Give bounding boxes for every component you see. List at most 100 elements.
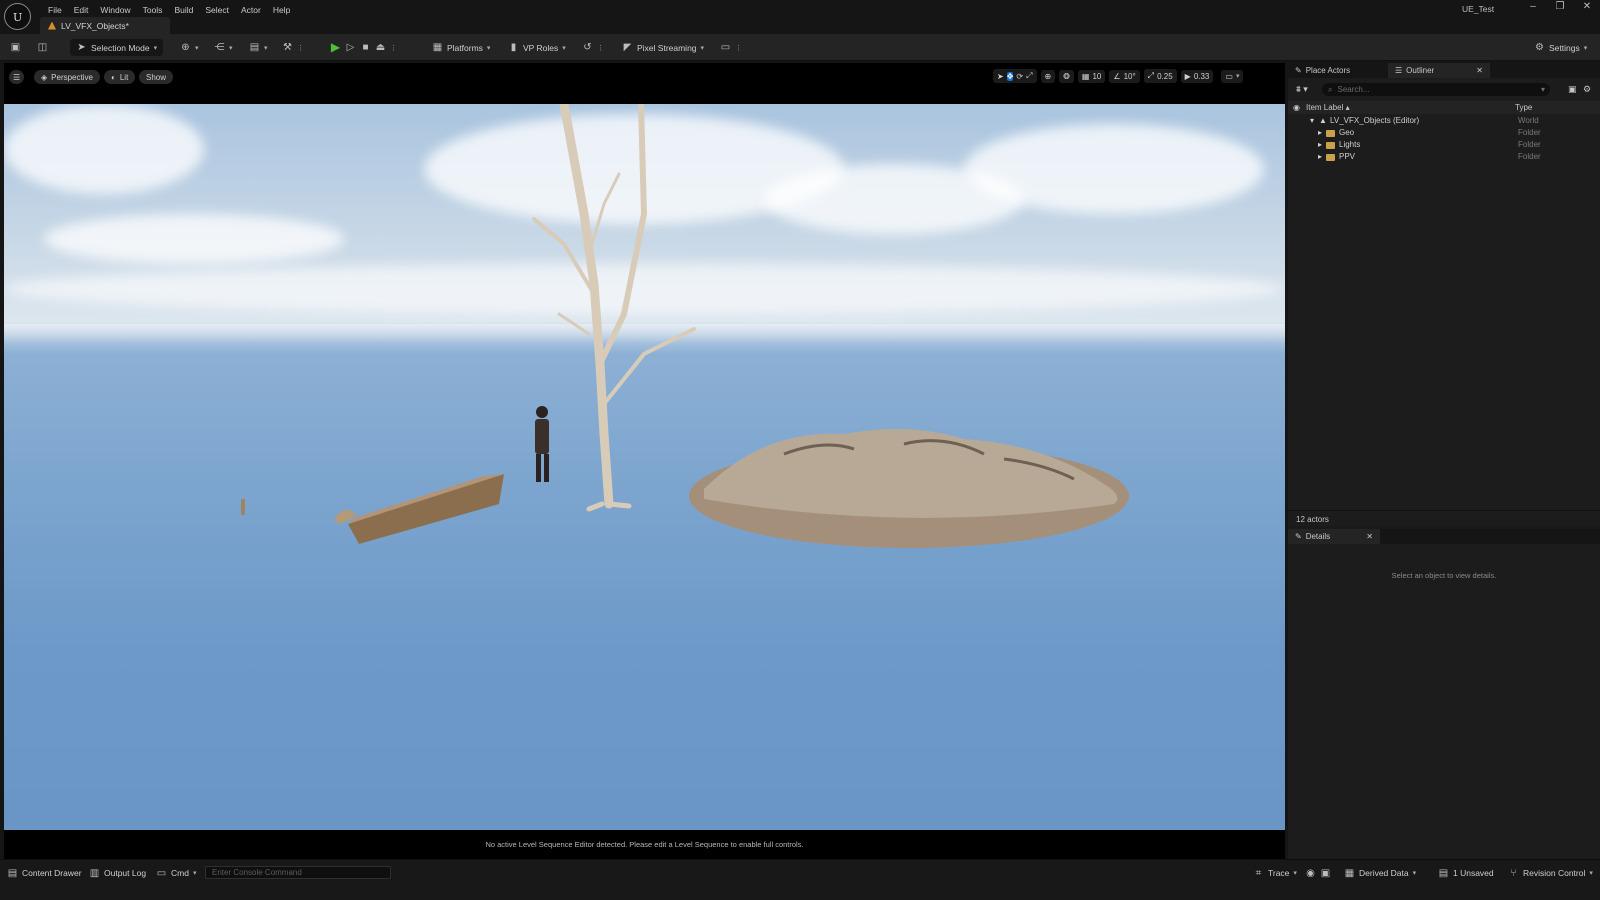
visibility-icon[interactable]: ◉ xyxy=(1293,103,1300,112)
trace-button[interactable]: ⌗ Trace ▾ xyxy=(1253,865,1297,881)
screenshot-icon[interactable]: ▣ xyxy=(1320,868,1331,879)
title-bar: U File Edit Window Tools Build Select Ac… xyxy=(0,0,1600,34)
grid-snap[interactable]: ▦ 10 xyxy=(1077,69,1106,83)
close-icon[interactable]: ✕ xyxy=(1476,66,1483,75)
column-type[interactable]: Type xyxy=(1515,103,1532,112)
restore-button[interactable]: ❐ xyxy=(1555,1,1565,12)
tree-type: Folder xyxy=(1518,152,1541,161)
derived-data-icon: ▦ xyxy=(1344,867,1355,879)
world-space-icon[interactable]: ⊕ xyxy=(1045,72,1052,81)
menu-window[interactable]: Window xyxy=(94,2,136,18)
gear-icon[interactable]: ⚙ xyxy=(1583,84,1591,95)
outliner-column-header: ◉ Item Label ▴ Type xyxy=(1288,101,1600,114)
add-actor-icon[interactable]: ⊕ xyxy=(180,42,191,53)
wooden-boat[interactable] xyxy=(348,474,504,544)
rotation-snap[interactable]: ∠ 10° xyxy=(1109,69,1140,83)
output-log-button[interactable]: ▥ Output Log xyxy=(89,865,146,881)
menu-build[interactable]: Build xyxy=(168,2,199,18)
cmd-dropdown[interactable]: ▭ Cmd ▾ xyxy=(156,865,197,881)
tree-row-world[interactable]: ▾ ▲ LV_VFX_Objects (Editor) World xyxy=(1288,116,1600,128)
lit-button[interactable]: ◐ Lit xyxy=(104,70,136,84)
content-drawer-icon: ▤ xyxy=(7,867,18,879)
stop-icon[interactable]: ■ xyxy=(360,42,371,53)
vp-roles-button[interactable]: ▮ VP Roles ▾ xyxy=(508,39,566,56)
modes-icon[interactable]: ⚒ xyxy=(282,42,293,53)
terminal-icon: ▭ xyxy=(156,867,167,879)
character[interactable] xyxy=(535,406,549,482)
translate-tool-icon[interactable]: ✥ xyxy=(1006,71,1014,81)
level-tab[interactable]: LV_VFX_Objects* xyxy=(40,17,170,34)
camera-speed[interactable]: ▶ 0.33 xyxy=(1180,69,1214,83)
expand-arrow-icon[interactable]: ▾ xyxy=(1310,116,1314,125)
menu-actor[interactable]: Actor xyxy=(235,2,267,18)
record-icon[interactable]: ◉ xyxy=(1305,868,1316,879)
viewport-layout[interactable]: ▭ ▾ xyxy=(1221,69,1244,83)
tree-row-geo[interactable]: ▸ Geo Folder xyxy=(1288,128,1600,140)
tab-details[interactable]: ✎ Details ✕ xyxy=(1288,529,1380,544)
scale-tool-icon[interactable]: ⤢ xyxy=(1026,71,1032,81)
pixel-streaming-button[interactable]: ◤ Pixel Streaming ▾ xyxy=(622,39,704,56)
dead-tree[interactable] xyxy=(532,104,696,512)
more-options-icon[interactable]: ⋮ xyxy=(597,44,604,52)
outliner-panel: ⩩ ▾ ⌕ Search... ▾ ▣ ⚙ ◉ Item Label ▴ Typ… xyxy=(1288,78,1600,510)
expand-arrow-icon[interactable]: ▸ xyxy=(1318,152,1322,161)
viewport-menu-button[interactable]: ☰ xyxy=(9,70,25,84)
unsaved-button[interactable]: ▤ 1 Unsaved xyxy=(1438,865,1494,881)
play-icon[interactable]: ▶ xyxy=(330,41,341,53)
unreal-logo-icon[interactable]: U xyxy=(4,3,31,30)
perspective-button[interactable]: ◈ Perspective xyxy=(34,70,100,84)
rock-mound[interactable] xyxy=(689,429,1129,548)
scale-snap[interactable]: ⤢ 0.25 xyxy=(1143,69,1177,83)
cinematics-icon[interactable]: ▤ xyxy=(249,42,260,53)
console-input[interactable]: Enter Console Command xyxy=(205,866,391,879)
surface-snap-icon[interactable]: ❂ xyxy=(1063,72,1070,81)
svg-text:U: U xyxy=(13,11,22,24)
platforms-button[interactable]: ▦ Platforms ▾ xyxy=(432,39,491,56)
step-icon[interactable]: ▷ xyxy=(345,42,356,53)
save-icon[interactable]: ▣ xyxy=(10,42,21,53)
content-drawer-button[interactable]: ▤ Content Drawer xyxy=(7,865,82,881)
filter-icon[interactable]: ⩩ ▾ xyxy=(1296,84,1308,95)
tree-row-ppv[interactable]: ▸ PPV Folder xyxy=(1288,152,1600,164)
chevron-down-icon: ▾ xyxy=(1412,870,1417,877)
selection-mode-button[interactable]: ➤ Selection Mode ▾ xyxy=(70,39,164,56)
eject-icon[interactable]: ⏏ xyxy=(375,42,386,53)
menu-tools[interactable]: Tools xyxy=(137,2,169,18)
tab-outliner[interactable]: ☰ Outliner ✕ xyxy=(1388,63,1490,78)
menu-file[interactable]: File xyxy=(42,2,68,18)
more-options-icon[interactable]: ⋮ xyxy=(297,44,304,52)
add-folder-icon[interactable]: ▣ xyxy=(1568,84,1577,95)
derived-data-button[interactable]: ▦ Derived Data ▾ xyxy=(1344,865,1416,881)
blueprint-icon[interactable]: ⋲ xyxy=(214,42,225,53)
expand-arrow-icon[interactable]: ▸ xyxy=(1318,128,1322,137)
chevron-down-icon: ▾ xyxy=(153,44,158,52)
menu-help[interactable]: Help xyxy=(267,2,296,18)
unsaved-label: 1 Unsaved xyxy=(1453,868,1494,878)
tree-row-lights[interactable]: ▸ Lights Folder xyxy=(1288,140,1600,152)
tab-details-label: Details xyxy=(1305,532,1331,541)
viewport-toolbar: ☰ ◈ Perspective ◐ Lit Show ➤ ✥ ⟳ ⤢ ⊕ ❂ ▦… xyxy=(4,63,1285,104)
lit-label: Lit xyxy=(119,72,129,82)
rotate-tool-icon[interactable]: ⟳ xyxy=(1016,72,1023,81)
revision-control-button[interactable]: ⑂ Revision Control ▾ xyxy=(1508,865,1593,881)
column-item-label[interactable]: Item Label ▴ xyxy=(1306,103,1350,112)
close-button[interactable]: ✕ xyxy=(1582,1,1592,12)
content-browser-icon[interactable]: ◫ xyxy=(37,42,48,53)
close-icon[interactable]: ✕ xyxy=(1366,532,1373,541)
tab-place-actors[interactable]: ✎ Place Actors xyxy=(1288,63,1388,78)
undo-history-icon[interactable]: ↺ xyxy=(582,42,593,53)
layout-icon[interactable]: ▭ xyxy=(720,42,731,53)
settings-button[interactable]: ⚙ Settings ▾ xyxy=(1534,39,1587,56)
minimize-button[interactable]: – xyxy=(1528,1,1538,12)
show-button[interactable]: Show xyxy=(139,70,174,84)
menu-select[interactable]: Select xyxy=(199,2,235,18)
level-viewport[interactable]: ☰ ◈ Perspective ◐ Lit Show ➤ ✥ ⟳ ⤢ ⊕ ❂ ▦… xyxy=(4,63,1285,859)
menu-edit[interactable]: Edit xyxy=(68,2,95,18)
select-tool-icon[interactable]: ➤ xyxy=(997,72,1004,81)
expand-arrow-icon[interactable]: ▸ xyxy=(1318,140,1322,149)
viewport-scene[interactable] xyxy=(4,104,1285,830)
more-options-icon[interactable]: ⋮ xyxy=(735,44,742,52)
small-prop[interactable] xyxy=(241,499,245,515)
more-options-icon[interactable]: ⋮ xyxy=(390,44,397,52)
outliner-search-input[interactable]: ⌕ Search... ▾ xyxy=(1322,83,1550,96)
